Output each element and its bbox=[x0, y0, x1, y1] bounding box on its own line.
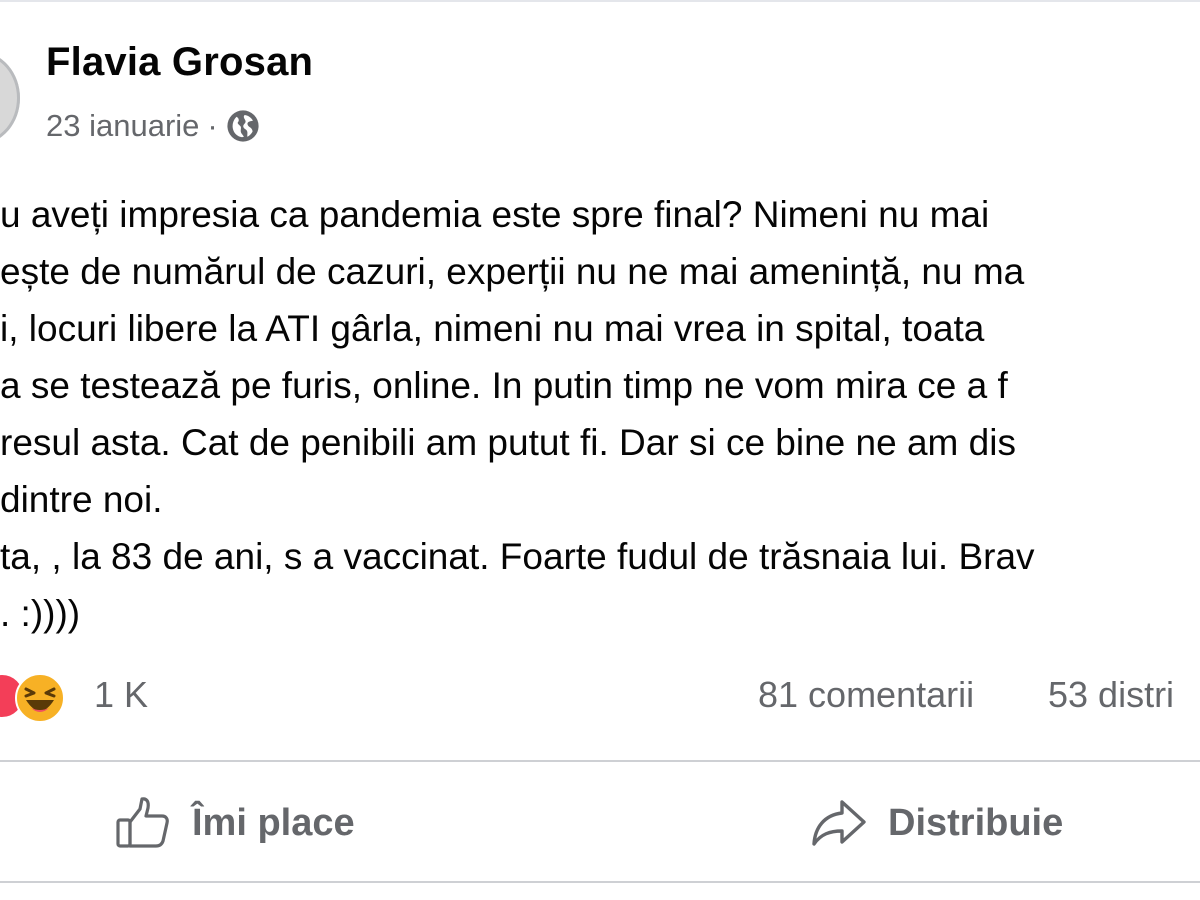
globe-icon[interactable] bbox=[226, 109, 260, 143]
post-date[interactable]: 23 ianuarie bbox=[46, 108, 199, 144]
post-text-line: resul asta. Cat de penibili am putut fi.… bbox=[0, 422, 1016, 463]
card-top-border bbox=[0, 0, 1200, 2]
meta-separator: · bbox=[207, 108, 218, 143]
reaction-count[interactable]: 1 K bbox=[94, 674, 148, 716]
post-text-line: . :)))) bbox=[0, 593, 81, 634]
thumbs-up-icon bbox=[116, 797, 169, 848]
post-text-line: u aveți impresia ca pandemia este spre f… bbox=[0, 194, 990, 235]
action-bar-divider-top bbox=[0, 760, 1200, 762]
reactions-bar: 1 K 81 comentarii 53 distri bbox=[0, 668, 1200, 728]
comments-count[interactable]: 81 comentarii bbox=[758, 674, 974, 716]
post-text-line: dintre noi. bbox=[0, 479, 163, 520]
post-text-line: a se testează pe furis, online. In putin… bbox=[0, 365, 1008, 406]
like-button[interactable]: Îmi place bbox=[114, 790, 355, 856]
action-bar-divider-bottom bbox=[0, 881, 1200, 883]
post-text-line: ește de numărul de cazuri, experții nu n… bbox=[0, 251, 1025, 292]
post-text-line: ta, , la 83 de ani, s a vaccinat. Foarte… bbox=[0, 536, 1035, 577]
post-meta: 23 ianuarie · bbox=[46, 106, 260, 146]
avatar[interactable] bbox=[0, 52, 20, 144]
share-button[interactable]: Distribuie bbox=[810, 790, 1063, 856]
share-arrow-icon bbox=[812, 800, 866, 846]
facebook-post: Flavia Grosan 23 ianuarie · u aveți impr… bbox=[0, 0, 1200, 900]
shares-count[interactable]: 53 distri bbox=[1048, 674, 1174, 716]
post-text: u aveți impresia ca pandemia este spre f… bbox=[0, 186, 1200, 642]
author-name[interactable]: Flavia Grosan bbox=[46, 40, 313, 85]
like-button-label: Îmi place bbox=[192, 801, 355, 844]
post-text-line: i, locuri libere la ATI gârla, nimeni nu… bbox=[0, 308, 985, 349]
haha-reaction-icon[interactable] bbox=[14, 672, 66, 724]
share-button-label: Distribuie bbox=[888, 801, 1064, 844]
